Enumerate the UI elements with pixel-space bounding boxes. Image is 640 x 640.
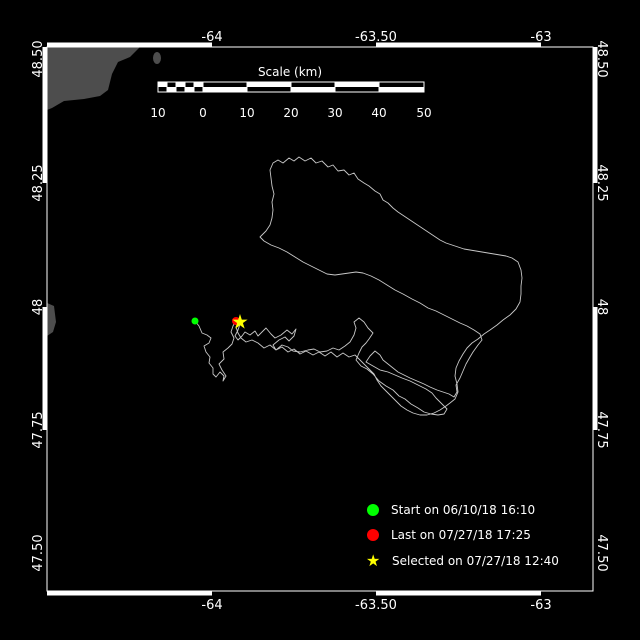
legend-start-label: Start on 06/10/18 16:10 (391, 503, 536, 517)
legend-selected-label: Selected on 07/27/18 12:40 (392, 554, 559, 568)
bottom-lon-label: -63.50 (355, 598, 397, 613)
top-lon-label: -64 (201, 30, 222, 45)
right-lat-label: 48 (594, 299, 609, 316)
right-lat-label: 48.25 (594, 164, 609, 201)
left-lat-label: 48.50 (31, 40, 46, 77)
last-dot-icon (367, 529, 379, 541)
map-canvas: -64 -63.50 -63 -64 -63.50 -63 48.50 48.2… (0, 0, 640, 640)
start-dot-icon (367, 504, 379, 516)
scale-tick-label: 10 (239, 106, 254, 120)
right-lat-label: 47.75 (594, 411, 609, 448)
scale-title: Scale (km) (258, 65, 322, 79)
start-marker (191, 317, 199, 325)
scale-tick-label: 20 (283, 106, 298, 120)
scale-tick-label: 40 (371, 106, 386, 120)
left-lat-label: 47.75 (31, 411, 46, 448)
top-lon-label: -63 (530, 30, 551, 45)
scale-tick-label: 50 (416, 106, 431, 120)
left-lat-label: 47.50 (31, 534, 46, 571)
land-mass-islet (153, 52, 161, 64)
right-lat-label: 48.50 (594, 40, 609, 77)
bottom-lon-label: -64 (201, 598, 222, 613)
right-lat-label: 47.50 (594, 534, 609, 571)
scale-tick-label: 30 (327, 106, 342, 120)
top-lon-label: -63.50 (355, 30, 397, 45)
bottom-lon-label: -63 (530, 598, 551, 613)
legend-row-selected: ★ Selected on 07/27/18 12:40 (366, 551, 559, 571)
legend-last-label: Last on 07/27/18 17:25 (391, 528, 531, 542)
scale-tick-label: 10 (150, 106, 165, 120)
left-lat-label: 48.25 (31, 164, 46, 201)
star-icon: ★ (366, 551, 381, 570)
left-lat-label: 48 (31, 299, 46, 316)
legend-row-start: Start on 06/10/18 16:10 (366, 500, 535, 520)
scale-tick-label: 0 (199, 106, 207, 120)
legend-row-last: Last on 07/27/18 17:25 (366, 525, 531, 545)
